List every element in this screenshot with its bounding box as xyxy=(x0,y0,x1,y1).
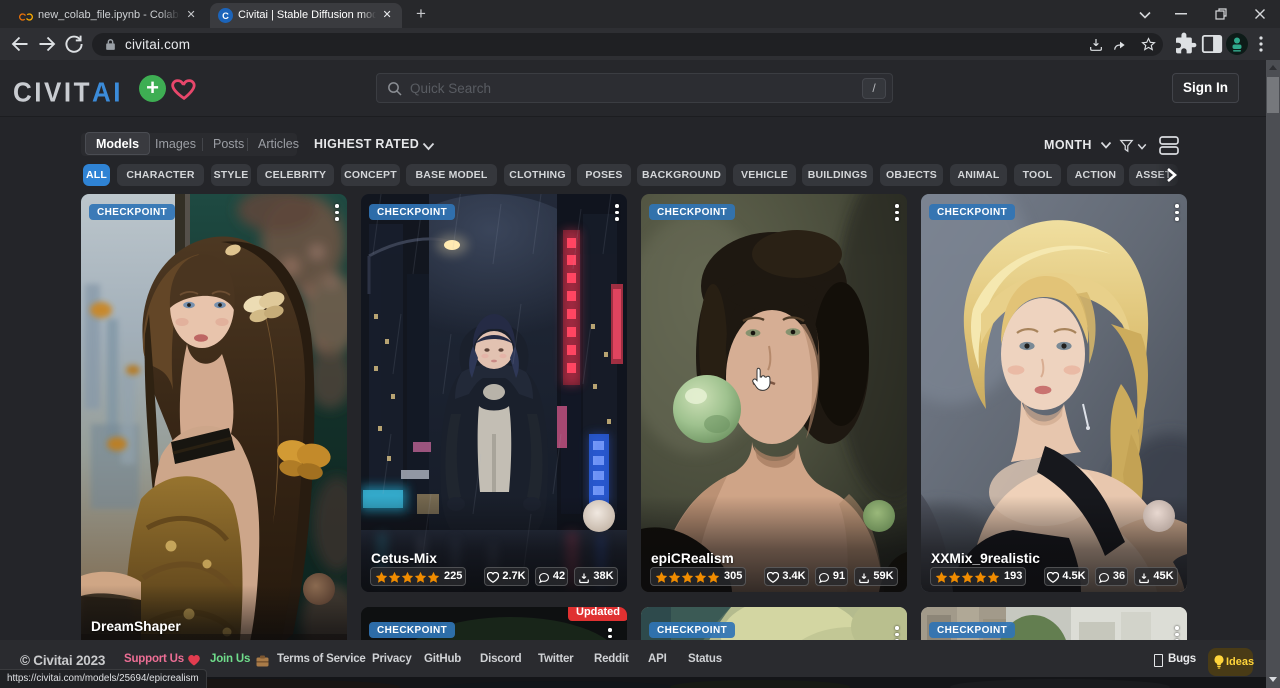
svg-text:C: C xyxy=(222,11,229,21)
